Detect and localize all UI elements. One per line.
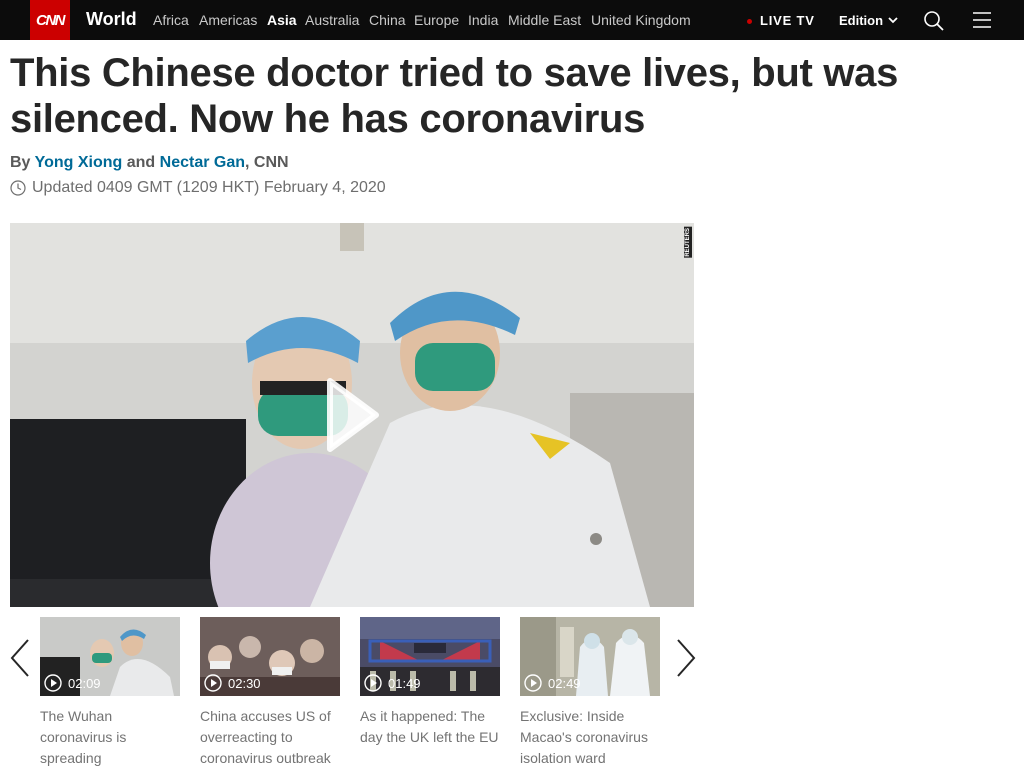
video-thumbnail[interactable]: 02:30 — [200, 617, 340, 696]
byline-and: and — [126, 154, 156, 171]
play-circle-icon — [364, 674, 382, 692]
play-circle-icon — [524, 674, 542, 692]
video-thumbnail[interactable]: 02:09 — [40, 617, 180, 696]
byline-outlet: , CNN — [245, 154, 289, 171]
video-thumbnail[interactable]: 02:49 — [520, 617, 660, 696]
nav-link-europe[interactable]: Europe — [414, 12, 459, 28]
video-card-2[interactable]: 02:30 China accuses US of overreacting t… — [200, 617, 340, 769]
hamburger-menu-icon[interactable] — [973, 11, 991, 29]
video-card-1[interactable]: 02:09 The Wuhan coronavirus is spreading — [40, 617, 180, 769]
video-title[interactable]: As it happened: The day the UK left the … — [360, 706, 500, 748]
author-link-yong-xiong[interactable]: Yong Xiong — [35, 154, 123, 171]
nav-link-americas[interactable]: Americas — [199, 12, 257, 28]
video-duration: 02:49 — [524, 674, 581, 692]
byline: By Yong Xiong and Nectar Gan, CNN — [10, 154, 289, 172]
search-icon[interactable] — [923, 10, 945, 32]
chevron-down-icon[interactable] — [887, 13, 899, 27]
edition-menu[interactable]: Edition — [839, 13, 883, 28]
byline-by: By — [10, 154, 31, 171]
play-circle-icon — [44, 674, 62, 692]
chevron-left-icon[interactable] — [8, 638, 32, 678]
live-dot-icon — [747, 19, 752, 24]
duration-text: 02:09 — [68, 675, 101, 691]
video-player[interactable]: REUTERS — [10, 223, 694, 607]
nav-link-asia[interactable]: Asia — [267, 12, 297, 28]
video-card-3[interactable]: 01:49 As it happened: The day the UK lef… — [360, 617, 500, 748]
nav-link-africa[interactable]: Africa — [153, 12, 189, 28]
live-tv-link[interactable]: LIVE TV — [760, 13, 815, 28]
clock-icon — [10, 180, 26, 196]
chevron-right-icon[interactable] — [674, 638, 698, 678]
duration-text: 02:49 — [548, 675, 581, 691]
article-headline: This Chinese doctor tried to save lives,… — [10, 51, 899, 141]
nav-link-australia[interactable]: Australia — [305, 12, 359, 28]
updated-text: Updated 0409 GMT (1209 HKT) February 4, … — [32, 179, 386, 196]
video-title[interactable]: China accuses US of overreacting to coro… — [200, 706, 340, 769]
duration-text: 02:30 — [228, 675, 261, 691]
play-circle-icon — [204, 674, 222, 692]
video-thumbnail[interactable]: 01:49 — [360, 617, 500, 696]
video-title[interactable]: The Wuhan coronavirus is spreading — [40, 706, 180, 769]
author-link-nectar-gan[interactable]: Nectar Gan — [160, 154, 245, 171]
section-title[interactable]: World — [86, 9, 137, 30]
updated-timestamp: Updated 0409 GMT (1209 HKT) February 4, … — [10, 179, 386, 197]
nav-link-india[interactable]: India — [468, 12, 498, 28]
duration-text: 01:49 — [388, 675, 421, 691]
video-duration: 02:09 — [44, 674, 101, 692]
nav-link-united-kingdom[interactable]: United Kingdom — [591, 12, 691, 28]
nav-link-middle-east[interactable]: Middle East — [508, 12, 581, 28]
video-title[interactable]: Exclusive: Inside Macao's coronavirus is… — [520, 706, 660, 769]
cnn-logo[interactable]: CNN — [30, 0, 70, 40]
reuters-watermark: REUTERS — [684, 227, 692, 258]
play-icon[interactable] — [324, 375, 380, 455]
top-nav: CNN World Africa Americas Asia Australia… — [0, 0, 1024, 40]
video-duration: 01:49 — [364, 674, 421, 692]
nav-link-china[interactable]: China — [369, 12, 406, 28]
video-card-4[interactable]: 02:49 Exclusive: Inside Macao's coronavi… — [520, 617, 660, 769]
video-duration: 02:30 — [204, 674, 261, 692]
